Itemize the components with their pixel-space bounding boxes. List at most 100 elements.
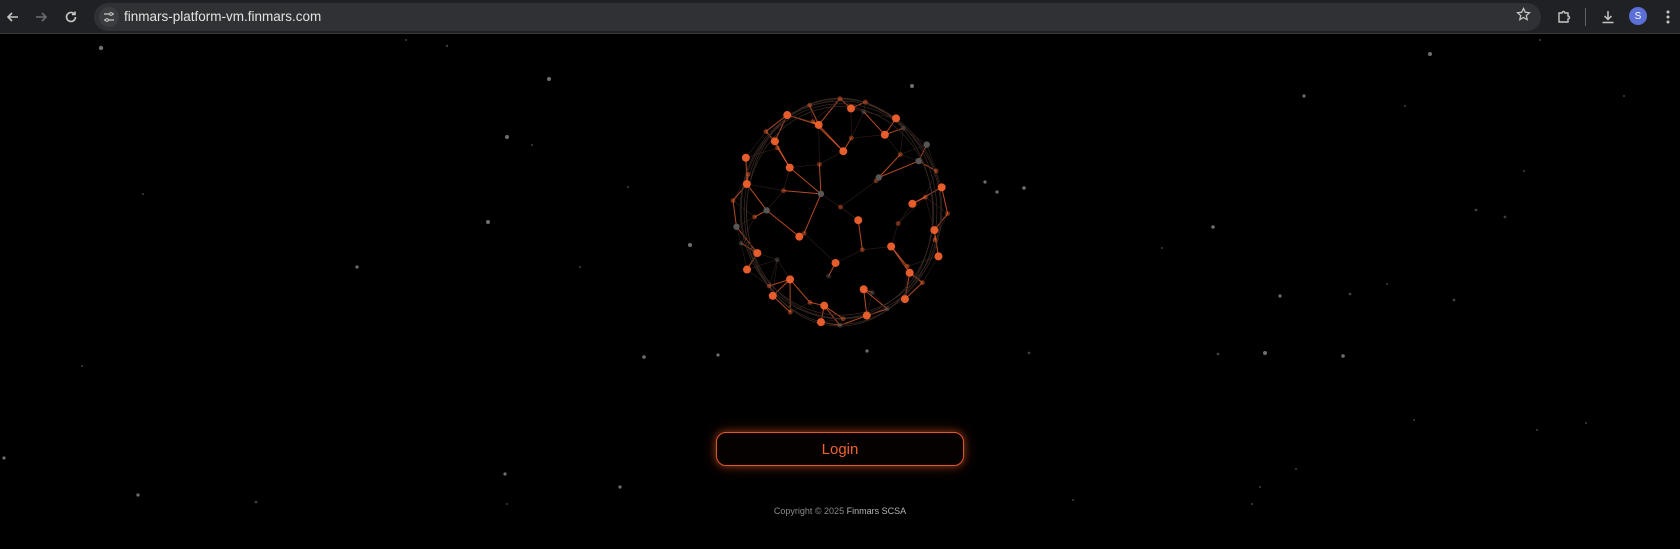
- background-star: [579, 266, 581, 268]
- browser-menu-button[interactable]: [1656, 5, 1680, 29]
- arrow-right-icon: [36, 12, 48, 22]
- globe-node: [807, 102, 813, 108]
- background-star: [1348, 292, 1352, 296]
- globe-node: [826, 273, 831, 279]
- globe-node: [781, 188, 786, 194]
- login-button[interactable]: Login: [716, 432, 964, 466]
- globe-node: [854, 216, 863, 225]
- globe-node: [922, 194, 928, 200]
- globe-node: [787, 309, 793, 315]
- background-star: [1428, 52, 1432, 56]
- globe-node: [904, 263, 910, 269]
- globe-node: [775, 145, 780, 151]
- globe-edge: [820, 193, 841, 208]
- network-globe-illustration: [730, 96, 951, 328]
- globe-node: [783, 111, 792, 120]
- globe-node: [820, 301, 829, 310]
- globe-edge: [803, 193, 822, 234]
- background-star: [1341, 354, 1345, 358]
- globe-node: [753, 249, 762, 258]
- background-star: [716, 353, 720, 357]
- address-bar[interactable]: finmars-platform-vm.finmars.com: [94, 3, 1541, 31]
- globe-node: [887, 242, 896, 251]
- arrow-left-icon: [6, 12, 18, 22]
- back-button[interactable]: [0, 5, 26, 29]
- globe-node: [897, 152, 903, 157]
- background-star: [627, 186, 629, 188]
- background-star: [445, 44, 449, 48]
- globe-node: [763, 129, 769, 134]
- background-star: [1251, 503, 1253, 505]
- background-star: [1259, 486, 1261, 488]
- globe-edge: [789, 279, 811, 303]
- globe-edge: [818, 164, 822, 194]
- globe-node: [937, 183, 946, 192]
- globe-edge: [732, 200, 737, 227]
- globe-node: [745, 171, 751, 177]
- downloads-button[interactable]: [1596, 5, 1620, 29]
- reload-button[interactable]: [58, 5, 84, 29]
- background-star: [1474, 208, 1478, 212]
- globe-node: [741, 153, 750, 162]
- globe-edge: [862, 246, 892, 251]
- extensions-button[interactable]: [1552, 5, 1576, 29]
- globe-node: [923, 141, 930, 148]
- background-star: [1216, 352, 1220, 356]
- background-star: [531, 144, 533, 146]
- background-star: [142, 193, 144, 195]
- globe-edge: [766, 190, 784, 211]
- kebab-menu-icon: [1666, 10, 1670, 24]
- background-star: [642, 355, 646, 359]
- background-star: [81, 365, 83, 367]
- globe-node: [831, 258, 840, 267]
- globe-node: [859, 247, 865, 253]
- globe-edge: [746, 183, 768, 211]
- background-star: [1536, 429, 1538, 431]
- url-text[interactable]: finmars-platform-vm.finmars.com: [124, 9, 321, 24]
- login-page: Login Copyright © 2025 Finmars SCSA: [0, 34, 1680, 549]
- globe-node: [752, 214, 758, 220]
- background-star: [547, 77, 551, 81]
- background-star: [405, 39, 407, 41]
- bookmark-button[interactable]: [1516, 6, 1531, 27]
- background-star: [1027, 351, 1031, 355]
- background-star: [1523, 170, 1525, 172]
- globe-node: [816, 318, 825, 327]
- globe-node: [932, 237, 938, 243]
- globe-edge: [878, 160, 919, 178]
- background-star: [1022, 186, 1026, 190]
- background-star: [1539, 39, 1541, 41]
- background-star: [355, 265, 359, 269]
- globe-edge: [851, 134, 885, 139]
- globe-node: [742, 180, 751, 189]
- background-star: [1211, 225, 1215, 229]
- globe-node: [848, 135, 854, 141]
- globe-node: [934, 252, 943, 261]
- globe-edge: [766, 209, 800, 238]
- globe-node: [766, 283, 772, 289]
- globe-node: [743, 265, 752, 274]
- background-star: [136, 493, 140, 497]
- globe-node: [801, 230, 807, 236]
- background-star: [1072, 499, 1074, 501]
- globe-edge: [768, 259, 778, 287]
- background-star: [1585, 422, 1587, 424]
- site-info-button[interactable]: [99, 7, 119, 27]
- globe-node: [875, 174, 882, 181]
- globe-node: [807, 299, 813, 305]
- background-star: [98, 45, 104, 51]
- globe-edge: [789, 163, 820, 168]
- forward-button[interactable]: [28, 5, 54, 29]
- globe-node: [785, 163, 794, 172]
- globe-node: [770, 137, 779, 146]
- globe-edge: [818, 124, 820, 165]
- background-star: [1623, 95, 1625, 97]
- tune-icon: [104, 12, 114, 22]
- globe-node: [895, 221, 901, 226]
- profile-avatar[interactable]: S: [1629, 7, 1647, 25]
- background-star: [1302, 94, 1306, 98]
- globe-edge: [774, 141, 791, 168]
- background-star: [910, 84, 914, 88]
- globe-node: [863, 99, 868, 105]
- globe-edge: [803, 233, 836, 264]
